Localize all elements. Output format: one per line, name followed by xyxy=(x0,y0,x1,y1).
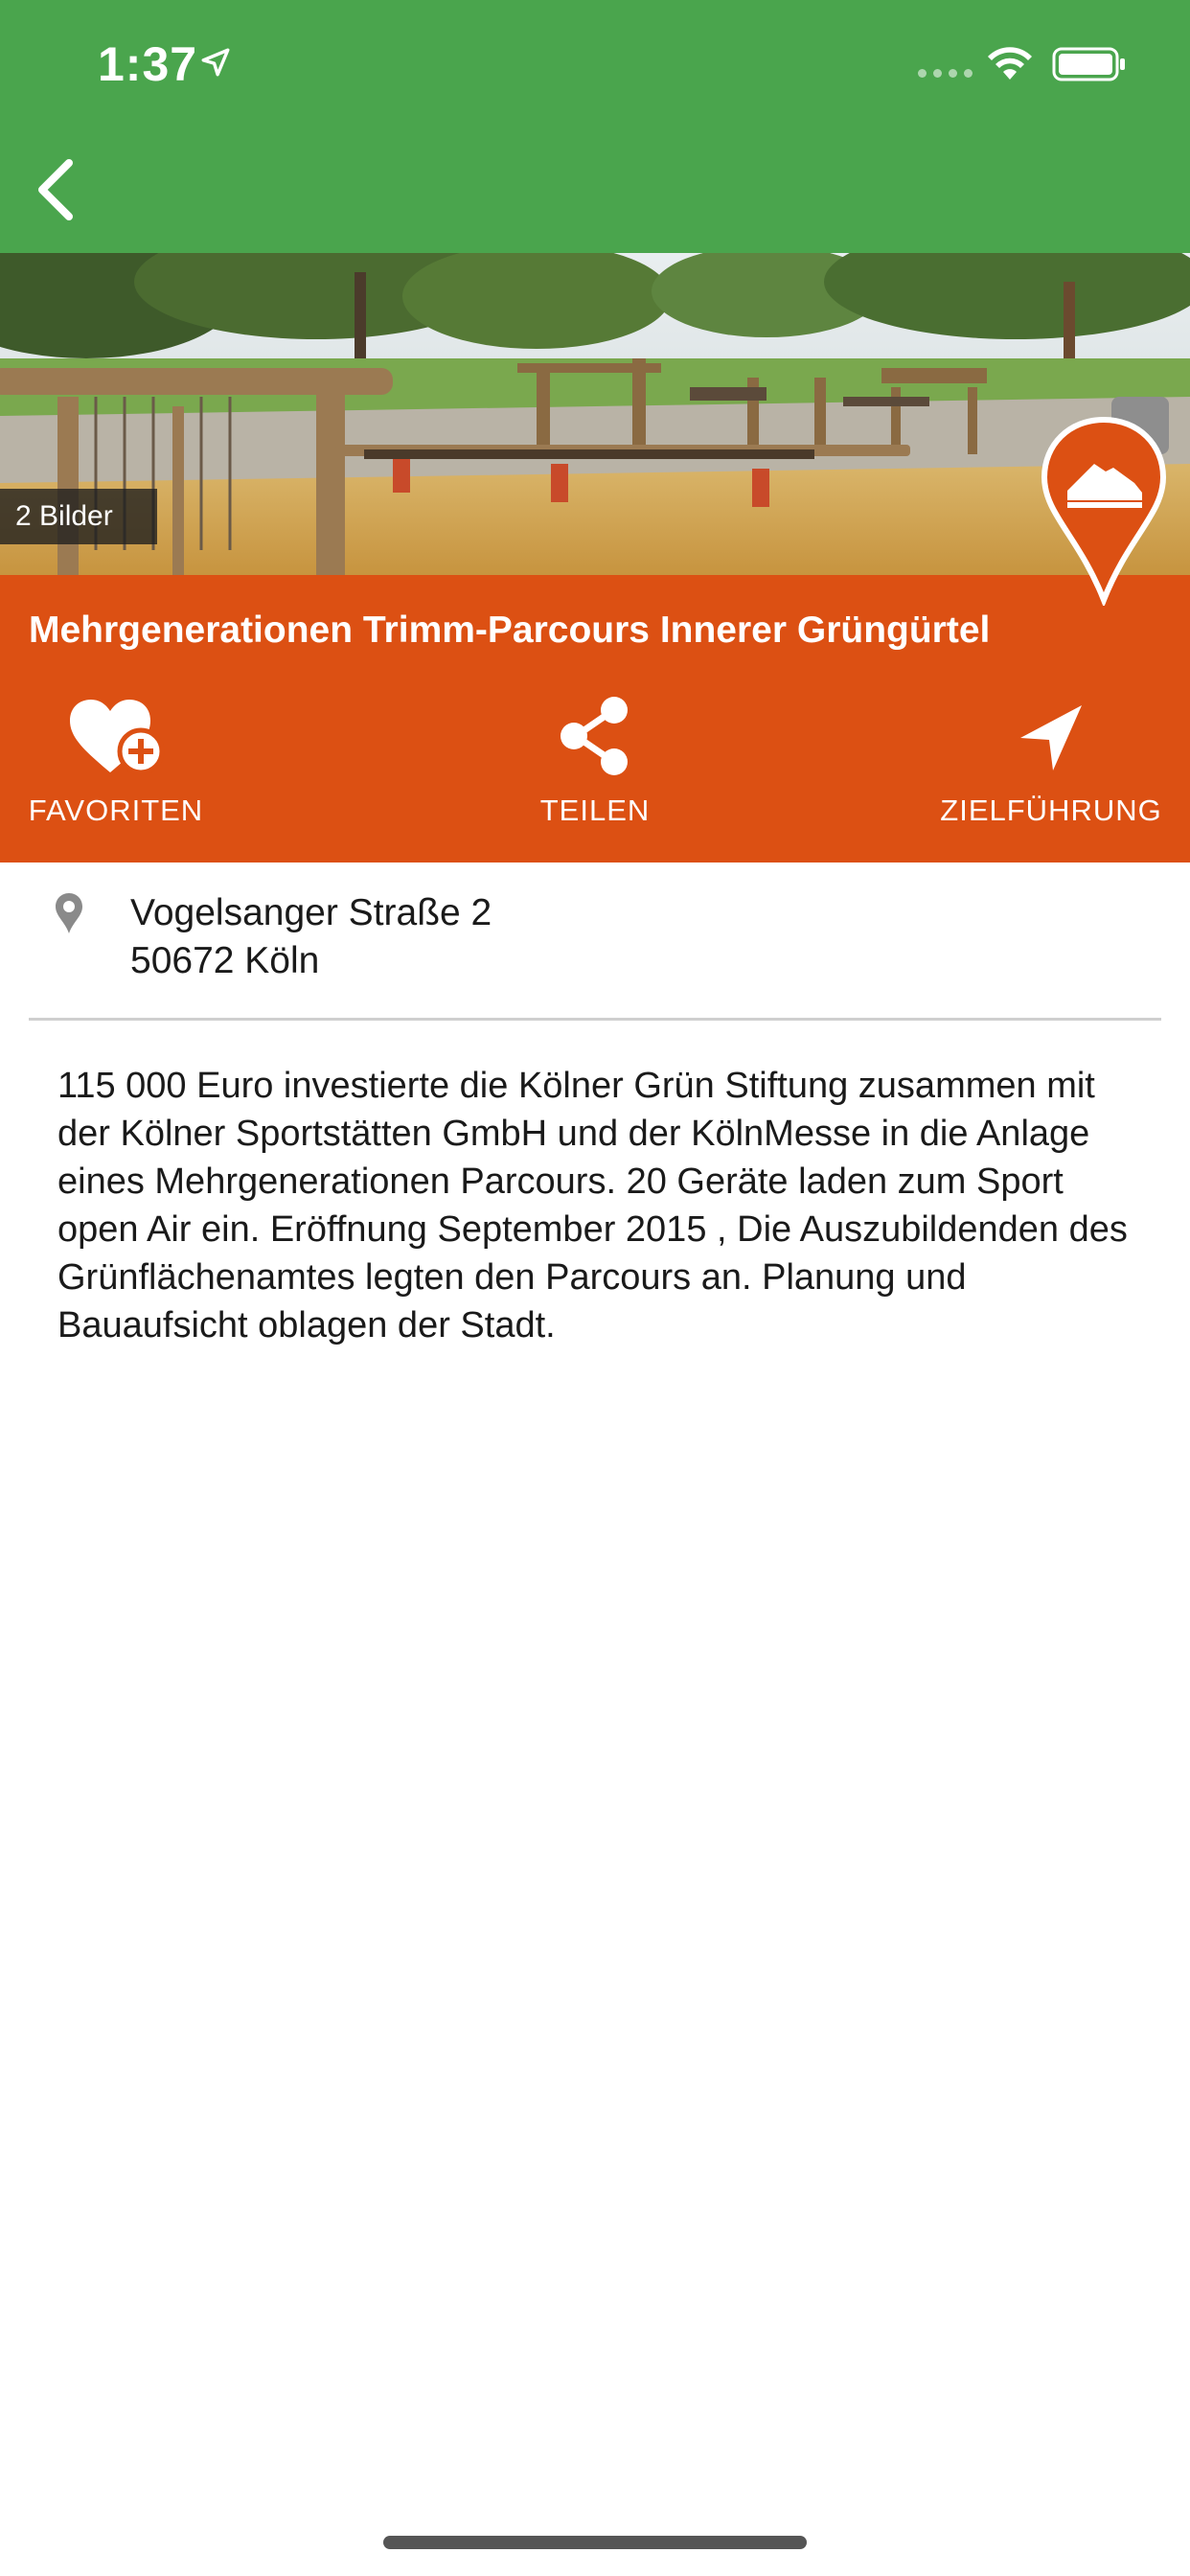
home-indicator[interactable] xyxy=(383,2536,807,2549)
photo-count-badge[interactable]: 2 Bilder xyxy=(0,489,157,544)
cellular-signal-icon xyxy=(918,69,973,78)
battery-icon xyxy=(1052,47,1125,81)
address-section[interactable]: Vogelsanger Straße 2 50672 Köln xyxy=(0,862,1190,1018)
heart-plus-icon xyxy=(70,700,165,775)
address-city: 50672 Köln xyxy=(130,940,320,981)
address-text: Vogelsanger Straße 2 50672 Köln xyxy=(130,889,492,985)
map-pin-icon xyxy=(56,893,82,933)
status-time: 1:37 xyxy=(98,37,198,91)
running-shoe-icon xyxy=(1041,416,1167,606)
wifi-icon xyxy=(988,47,1032,80)
route-guidance-button[interactable]: ZIELFÜHRUNG xyxy=(931,696,1171,849)
share-label: TEILEN xyxy=(539,794,651,827)
favorites-button[interactable]: FAVORITEN xyxy=(25,696,207,849)
location-arrow-icon xyxy=(201,48,230,77)
place-description: 115 000 Euro investierte die Kölner Grün… xyxy=(57,1066,1128,1346)
app-header: 1:37 xyxy=(0,0,1190,253)
divider xyxy=(29,1018,1161,1021)
place-header: Mehrgenerationen Trimm-Parcours Innerer … xyxy=(0,575,1190,862)
share-button[interactable]: TEILEN xyxy=(518,696,672,849)
address-street: Vogelsanger Straße 2 xyxy=(130,892,492,933)
place-photo[interactable] xyxy=(0,253,1190,575)
back-button[interactable] xyxy=(25,153,92,226)
place-title: Mehrgenerationen Trimm-Parcours Innerer … xyxy=(29,610,991,651)
route-guidance-label: ZIELFÜHRUNG xyxy=(940,794,1162,827)
navigation-arrow-icon xyxy=(1020,705,1082,770)
share-icon xyxy=(561,697,628,775)
favorites-label: FAVORITEN xyxy=(28,794,204,827)
